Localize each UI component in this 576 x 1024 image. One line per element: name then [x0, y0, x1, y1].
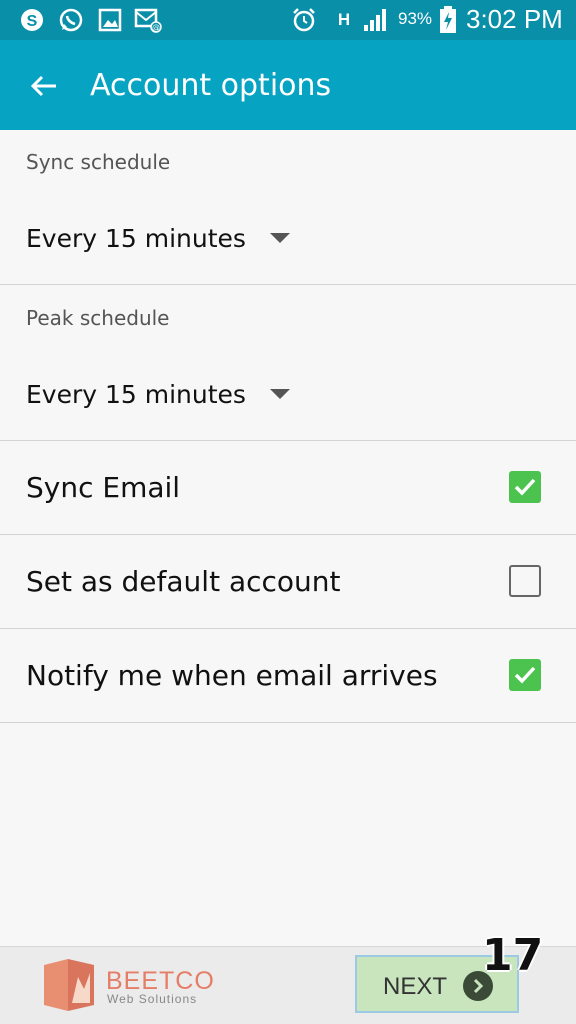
- notify-row[interactable]: Notify me when email arrives: [0, 629, 576, 722]
- app-bar: Account options: [0, 40, 576, 130]
- page-title: Account options: [90, 68, 332, 103]
- divider: [0, 722, 576, 723]
- status-bar: S @ H 93% 3:02 PM: [0, 0, 576, 40]
- step-number: 17: [482, 930, 544, 981]
- gallery-icon: [96, 6, 124, 34]
- email-icon: @: [134, 6, 162, 34]
- check-icon: [514, 666, 536, 684]
- notify-label: Notify me when email arrives: [26, 659, 438, 692]
- sync-schedule-label: Sync schedule: [26, 150, 171, 174]
- default-account-label: Set as default account: [26, 565, 341, 598]
- whatsapp-icon: [57, 6, 85, 34]
- sync-email-label: Sync Email: [26, 471, 181, 504]
- battery-percent: 93%: [398, 9, 433, 28]
- divider: [0, 284, 576, 285]
- signal-icon: [362, 6, 390, 34]
- default-account-checkbox[interactable]: [509, 565, 541, 597]
- svg-text:S: S: [27, 13, 38, 30]
- skype-icon: S: [18, 6, 46, 34]
- back-button[interactable]: [22, 64, 66, 108]
- default-account-row[interactable]: Set as default account: [0, 535, 576, 628]
- notify-checkbox[interactable]: [509, 659, 541, 691]
- peak-schedule-dropdown[interactable]: Every 15 minutes: [26, 364, 290, 424]
- dropdown-arrow-icon: [269, 389, 290, 399]
- sync-email-checkbox[interactable]: [509, 471, 541, 503]
- sync-email-row[interactable]: Sync Email: [0, 441, 576, 534]
- check-icon: [514, 478, 536, 496]
- svg-text:@: @: [152, 23, 160, 32]
- clock: 3:02 PM: [466, 4, 563, 34]
- dropdown-arrow-icon: [269, 233, 290, 243]
- battery-icon: [434, 6, 462, 34]
- hspa-icon: H: [337, 10, 351, 29]
- alarm-icon: [290, 6, 318, 34]
- sync-schedule-value: Every 15 minutes: [26, 223, 246, 253]
- sync-schedule-dropdown[interactable]: Every 15 minutes: [26, 208, 290, 268]
- beetco-logo-icon: [44, 959, 94, 1011]
- brand-tagline: Web Solutions: [107, 992, 198, 1006]
- peak-schedule-label: Peak schedule: [26, 306, 170, 330]
- next-button-label: NEXT: [383, 973, 448, 1000]
- arrow-left-icon: [30, 75, 56, 97]
- peak-schedule-value: Every 15 minutes: [26, 379, 246, 409]
